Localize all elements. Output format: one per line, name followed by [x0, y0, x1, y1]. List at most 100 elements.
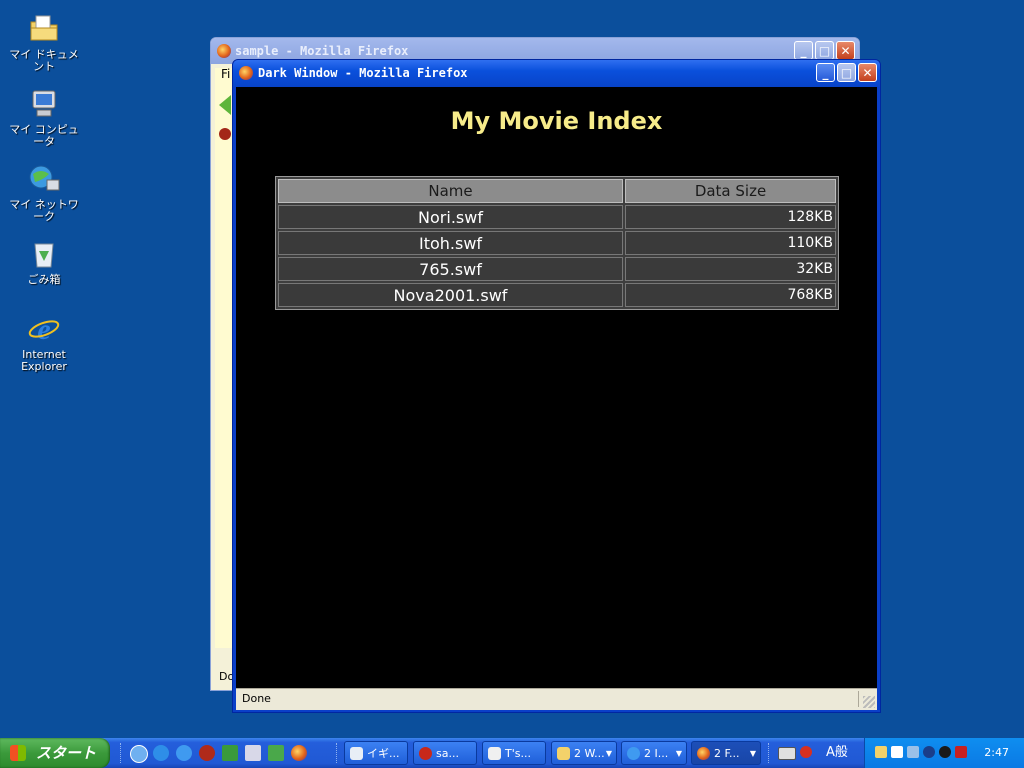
start-button[interactable]: スタート	[0, 738, 110, 768]
clock[interactable]: 2:47	[984, 738, 1009, 768]
ati-icon[interactable]	[955, 746, 967, 758]
language-bar-separator	[768, 743, 772, 763]
opera-icon	[419, 747, 432, 760]
quicklaunch-excel-icon[interactable]	[222, 745, 238, 761]
taskbar-separator	[336, 743, 340, 763]
back-window-menu-file[interactable]: Fi	[221, 67, 230, 81]
desktop-icon-internet-explorer[interactable]: e Internet Explorer	[4, 312, 84, 373]
resize-grip[interactable]	[863, 696, 875, 708]
app-icon	[350, 747, 363, 760]
movie-name: Nori.swf	[278, 205, 623, 229]
close-button[interactable]: ✕	[836, 41, 855, 60]
desktop-icon-label: Internet Explorer	[21, 348, 67, 373]
network-icon[interactable]	[907, 746, 919, 758]
tray-app-icon[interactable]	[939, 746, 951, 758]
minimize-button[interactable]: _	[794, 41, 813, 60]
taskbar-button[interactable]: イギ...	[344, 741, 408, 765]
status-bar: Done	[236, 688, 877, 710]
taskbar-button-label: T's...	[505, 747, 531, 760]
svg-text:e: e	[37, 313, 50, 346]
table-row: Itoh.swf 110KB	[278, 231, 836, 255]
column-header-name: Name	[278, 179, 623, 203]
quicklaunch-internet-explorer-icon[interactable]	[176, 745, 192, 761]
desktop-icon-recycle-bin[interactable]: ごみ箱	[4, 237, 84, 286]
movie-name: Itoh.swf	[278, 231, 623, 255]
back-arrow-icon[interactable]	[219, 95, 231, 115]
chevron-down-icon: ▼	[605, 749, 612, 758]
firefox-icon	[217, 44, 231, 58]
maximize-button[interactable]: □	[815, 41, 834, 60]
front-window-title: Dark Window - Mozilla Firefox	[258, 66, 468, 80]
movie-size: 110KB	[625, 231, 836, 255]
movie-table: Name Data Size Nori.swf 128KB Itoh.swf 1…	[275, 176, 839, 310]
taskbar: スタート イギ... sa... T's... 2 W... ▼ 2 I... …	[0, 738, 1024, 768]
front-window-titlebar[interactable]: Dark Window - Mozilla Firefox _ □ ✕	[233, 60, 880, 87]
my-network-icon	[27, 162, 61, 196]
back-window-title: sample - Mozilla Firefox	[235, 44, 409, 58]
quicklaunch-app-icon[interactable]	[245, 745, 261, 761]
taskbar-button-label: イギ...	[367, 747, 400, 760]
taskbar-button-group-active[interactable]: 2 F... ▼	[691, 741, 761, 765]
movie-name: Nova2001.swf	[278, 283, 623, 307]
chevron-down-icon: ▼	[749, 749, 756, 758]
taskbar-button-label: sa...	[436, 747, 459, 760]
folder-icon	[557, 747, 570, 760]
movie-size: 128KB	[625, 205, 836, 229]
status-divider	[858, 691, 859, 707]
desktop-icon-label: マイ ドキュメント	[9, 48, 79, 73]
taskbar-button-group[interactable]: 2 I... ▼	[621, 741, 687, 765]
desktop: マイ ドキュメント マイ コンピュータ マイ ネットワーク ごみ箱 e Inte…	[0, 0, 1024, 738]
app-icon	[488, 747, 501, 760]
my-computer-icon	[27, 87, 61, 121]
tray-app-icon[interactable]	[891, 746, 903, 758]
chevron-down-icon: ▼	[675, 749, 682, 758]
table-row: 765.swf 32KB	[278, 257, 836, 281]
movie-name: 765.swf	[278, 257, 623, 281]
close-button[interactable]: ✕	[858, 63, 877, 82]
quicklaunch-firefox-icon[interactable]	[291, 745, 307, 761]
movie-size: 768KB	[625, 283, 836, 307]
my-documents-icon	[27, 12, 61, 46]
firefox-icon	[697, 747, 710, 760]
quicklaunch-separator	[120, 743, 124, 763]
desktop-icon-my-documents[interactable]: マイ ドキュメント	[4, 12, 84, 73]
taskbar-button-label: 2 F...	[714, 747, 740, 760]
recycle-bin-icon	[27, 237, 61, 271]
desktop-icon-label: マイ コンピュータ	[9, 123, 79, 148]
table-row: Nova2001.swf 768KB	[278, 283, 836, 307]
taskbar-button[interactable]: T's...	[482, 741, 546, 765]
taskbar-button-label: 2 I...	[644, 747, 669, 760]
column-header-data-size: Data Size	[625, 179, 836, 203]
page-title: My Movie Index	[450, 107, 663, 135]
table-header-row: Name Data Size	[278, 179, 836, 203]
movie-size: 32KB	[625, 257, 836, 281]
language-bar-mode[interactable]: A般	[826, 738, 848, 768]
quicklaunch-app-icon[interactable]	[268, 745, 284, 761]
desktop-icon-label: ごみ箱	[27, 273, 61, 286]
windows-flag-icon	[10, 745, 26, 761]
desktop-icon-label: マイ ネットワーク	[9, 198, 79, 223]
internet-explorer-icon	[627, 747, 640, 760]
taskbar-button-group[interactable]: 2 W... ▼	[551, 741, 617, 765]
desktop-icon-my-computer[interactable]: マイ コンピュータ	[4, 87, 84, 148]
tray-app-icon[interactable]	[875, 746, 887, 758]
ime-icon[interactable]	[800, 746, 812, 758]
taskbar-button[interactable]: sa...	[413, 741, 477, 765]
quicklaunch-app-icon[interactable]	[199, 745, 215, 761]
firefox-icon	[239, 66, 253, 80]
keyboard-icon[interactable]	[778, 747, 796, 760]
quicklaunch-search-icon[interactable]	[153, 745, 169, 761]
maximize-button[interactable]: □	[837, 63, 856, 82]
front-firefox-window[interactable]: Dark Window - Mozilla Firefox _ □ ✕ My Mov…	[232, 59, 881, 713]
page-content: My Movie Index Name Data Size Nori.swf 1…	[236, 87, 877, 688]
tray-app-icon[interactable]	[923, 746, 935, 758]
quicklaunch-app-icon[interactable]	[130, 745, 148, 763]
minimize-button[interactable]: _	[816, 63, 835, 82]
taskbar-button-label: 2 W...	[574, 747, 605, 760]
start-button-label: スタート	[36, 744, 97, 762]
bug-icon	[219, 128, 231, 140]
internet-explorer-icon: e	[27, 312, 61, 346]
desktop-icon-my-network[interactable]: マイ ネットワーク	[4, 162, 84, 223]
system-tray: 2:47	[864, 738, 1024, 768]
table-row: Nori.swf 128KB	[278, 205, 836, 229]
